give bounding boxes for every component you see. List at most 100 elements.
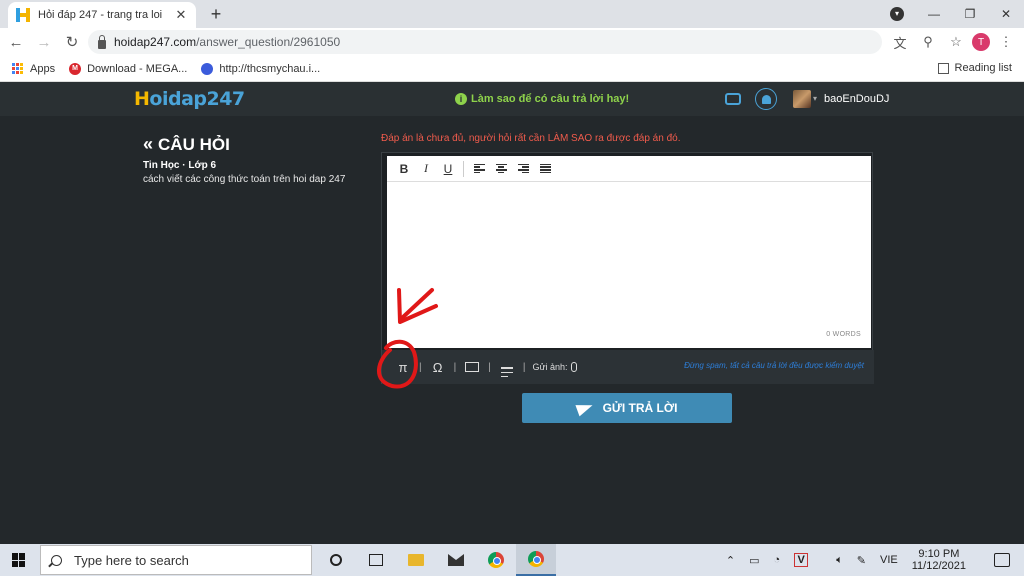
apps-grid-icon bbox=[12, 62, 24, 75]
reading-list-button[interactable]: Reading list bbox=[937, 62, 1012, 74]
send-icon bbox=[574, 399, 595, 417]
clock-date: 11/12/2021 bbox=[911, 560, 966, 572]
chrome-icon bbox=[528, 551, 544, 567]
align-justify-button[interactable] bbox=[534, 159, 556, 179]
chevron-down-icon[interactable]: ▾ bbox=[813, 94, 817, 103]
tip-text: Làm sao để có câu trả lời hay! bbox=[471, 93, 630, 105]
align-justify-icon bbox=[539, 163, 551, 174]
windows-start-icon[interactable] bbox=[12, 553, 26, 567]
question-text: cách viết các công thức toán trên hoi da… bbox=[143, 174, 346, 185]
reading-list-icon bbox=[937, 62, 949, 74]
menu-kebab-icon[interactable]: ⋮ bbox=[994, 30, 1018, 54]
chat-icon[interactable] bbox=[725, 93, 741, 105]
underline-button[interactable]: U bbox=[437, 159, 459, 179]
question-heading: CÂU HỎI bbox=[158, 134, 230, 154]
align-center-button[interactable] bbox=[490, 159, 512, 179]
bell-icon[interactable] bbox=[755, 88, 777, 110]
chrome-profile-button[interactable] bbox=[516, 544, 556, 576]
wifi-icon[interactable]: ◔ bbox=[774, 554, 781, 566]
translate-icon[interactable]: 文 bbox=[888, 30, 912, 54]
mega-icon: M bbox=[69, 62, 82, 75]
italic-button[interactable]: I bbox=[415, 159, 437, 179]
upload-image-label: Gửi ảnh: bbox=[532, 362, 568, 372]
antivirus-icon[interactable]: V bbox=[794, 553, 809, 567]
browser-toolbar: ← → ↻ hoidap247.com/answer_question/2961… bbox=[0, 28, 1024, 56]
info-icon: i bbox=[455, 93, 467, 105]
minimize-icon[interactable]: — bbox=[916, 0, 952, 28]
footer-divider: | bbox=[522, 361, 526, 373]
site-header: Hoidap247 i Làm sao để có câu trả lời ha… bbox=[0, 82, 1024, 116]
back-to-question[interactable]: « CÂU HỎI bbox=[143, 134, 230, 155]
align-right-icon bbox=[517, 163, 529, 174]
bookmark-apps[interactable]: Apps bbox=[12, 62, 55, 75]
bookmarks-bar: Apps M Download - MEGA... http://thcsmyc… bbox=[0, 56, 1024, 82]
task-view-icon bbox=[369, 554, 383, 566]
taskbar-search[interactable]: Type here to search bbox=[40, 545, 312, 575]
submit-answer-button[interactable]: GỬI TRẢ LỜI bbox=[522, 393, 732, 423]
word-count: 0 WORDS bbox=[826, 331, 861, 338]
search-icon bbox=[51, 554, 62, 566]
tab-close-icon[interactable]: ✕ bbox=[174, 7, 188, 23]
windows-taskbar: Type here to search ⌃ ▭ ◔ V 🔈︎ ✎ VIE 9:1… bbox=[0, 544, 1024, 576]
align-right-button[interactable] bbox=[512, 159, 534, 179]
format-lines-button[interactable] bbox=[498, 357, 516, 378]
bookmark-thcs[interactable]: http://thcsmychau.i... bbox=[201, 62, 321, 75]
battery-icon[interactable]: ▭ bbox=[749, 554, 759, 567]
search-placeholder: Type here to search bbox=[74, 552, 189, 568]
pen-icon[interactable]: ✎ bbox=[857, 554, 866, 567]
browser-tab[interactable]: Hỏi đáp 247 - trang tra loi ✕ bbox=[8, 2, 196, 28]
align-center-icon bbox=[495, 163, 507, 174]
volume-icon[interactable]: 🔈︎ bbox=[836, 554, 843, 567]
insert-box-button[interactable] bbox=[463, 360, 481, 375]
chrome-icon bbox=[488, 552, 504, 568]
profile-avatar[interactable]: T bbox=[972, 33, 990, 51]
bookmark-mega[interactable]: M Download - MEGA... bbox=[69, 62, 187, 75]
special-chars-button[interactable]: Ω bbox=[429, 360, 447, 375]
restore-icon[interactable]: ❐ bbox=[952, 0, 988, 28]
forward-icon[interactable]: → bbox=[32, 30, 56, 54]
math-formula-button[interactable]: π bbox=[394, 360, 412, 375]
cortana-icon bbox=[330, 554, 342, 566]
mail-button[interactable] bbox=[436, 544, 476, 576]
file-explorer-button[interactable] bbox=[396, 544, 436, 576]
new-tab-button[interactable]: + bbox=[206, 4, 226, 24]
clock-time: 9:10 PM bbox=[918, 548, 960, 560]
username[interactable]: baoEnDouDJ bbox=[824, 93, 889, 105]
language-indicator[interactable]: VIE bbox=[880, 554, 898, 566]
lines-icon bbox=[500, 367, 513, 378]
editor-toolbar: B I U bbox=[387, 156, 871, 182]
site-logo[interactable]: Hoidap247 bbox=[134, 88, 245, 110]
user-avatar[interactable] bbox=[793, 90, 811, 108]
bookmark-star-icon[interactable]: ☆ bbox=[944, 30, 968, 54]
chevron-up-icon[interactable]: ⌃ bbox=[726, 554, 735, 567]
lock-icon[interactable] bbox=[98, 34, 106, 49]
chrome-button[interactable] bbox=[476, 544, 516, 576]
paperclip-icon[interactable] bbox=[571, 362, 578, 372]
answer-editor-container: B I U 0 WORDS π | Ω | | | Gửi ảnh: Đừng … bbox=[381, 152, 874, 384]
tab-strip: Hỏi đáp 247 - trang tra loi ✕ + ▾ — ❐ ✕ bbox=[0, 0, 1024, 28]
bold-button[interactable]: B bbox=[393, 159, 415, 179]
notification-icon[interactable] bbox=[994, 553, 1010, 567]
moderation-note: Đừng spam, tất cả câu trả lời đều được k… bbox=[684, 361, 864, 370]
cortana-button[interactable] bbox=[316, 544, 356, 576]
answer-textarea[interactable]: 0 WORDS bbox=[387, 183, 871, 338]
reading-list-label: Reading list bbox=[954, 62, 1012, 74]
align-left-button[interactable] bbox=[468, 159, 490, 179]
url-domain: hoidap247.com bbox=[114, 35, 197, 49]
bookmark-label: http://thcsmychau.i... bbox=[219, 62, 321, 75]
box-icon bbox=[465, 361, 480, 372]
zoom-icon[interactable]: ⚲ bbox=[916, 30, 940, 54]
taskbar-apps bbox=[316, 544, 556, 576]
answer-tip-link[interactable]: i Làm sao để có câu trả lời hay! bbox=[455, 93, 629, 105]
close-window-icon[interactable]: ✕ bbox=[988, 0, 1024, 28]
window-controls: — ❐ ✕ bbox=[916, 0, 1024, 28]
task-view-button[interactable] bbox=[356, 544, 396, 576]
back-icon[interactable]: ← bbox=[4, 30, 28, 54]
address-bar[interactable]: hoidap247.com/answer_question/2961050 bbox=[88, 30, 882, 54]
double-chevron-left-icon: « bbox=[143, 134, 154, 154]
reload-icon[interactable]: ↻ bbox=[60, 30, 84, 54]
clock[interactable]: 9:10 PM 11/12/2021 bbox=[912, 548, 980, 572]
system-tray: ⌃ ▭ ◔ V 🔈︎ ✎ VIE 9:10 PM 11/12/2021 bbox=[726, 544, 1024, 576]
footer-divider: | bbox=[419, 361, 422, 373]
tab-search-icon[interactable]: ▾ bbox=[890, 7, 904, 21]
